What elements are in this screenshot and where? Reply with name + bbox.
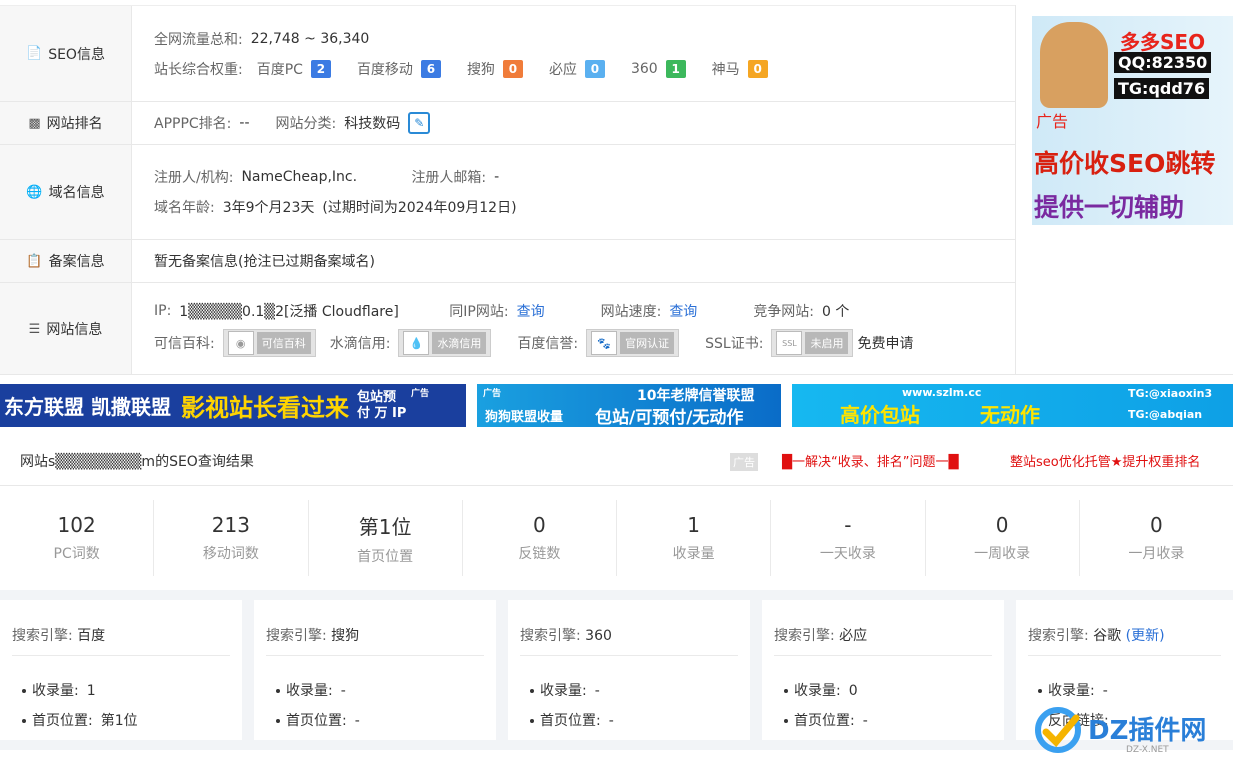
seo-info-label: 📄 SEO信息 <box>0 6 132 101</box>
traffic-value: 22,748 ~ 36,340 <box>250 30 370 47</box>
ad-tag: 广告 <box>1036 112 1069 131</box>
icp-info-label: 📋 备案信息 <box>0 240 132 282</box>
weight-name: 百度PC <box>256 61 303 78</box>
icp-value: 暂无备案信息(抢注已过期备案域名) <box>154 254 375 270</box>
banner-ad-1[interactable]: 东方联盟 凯撒联盟 影视站长看过来 包站预付 万 IP 广告 <box>0 384 466 427</box>
apppc-value: -- <box>239 115 250 131</box>
domain-age-value: 3年9个月23天 <box>222 200 315 216</box>
weight-badge-baidu-mobile[interactable]: 6 <box>420 59 441 78</box>
category-value: 科技数码 <box>344 116 401 132</box>
watermark-logo: DZ插件网 DZ-X.NET <box>1030 700 1230 760</box>
stats-bar: 102 PC词数 213 移动词数 第1位 首页位置 0 反链数 1 收录量 - 一天收录 … <box>0 486 1233 590</box>
engine-card-sogou: 搜索引擎: 搜狗 收录量: - 首页位置: - <box>254 600 496 740</box>
results-header: 网站s▒▒▒▒▒▒▒▒m的SEO查询结果 广告 █一解决“收录、排名”问题一█ … <box>0 438 1233 486</box>
site-info-row: ☰ 网站信息 IP: 1▒▒▒▒▒0.1▒2[泛播 Cloudflare] 同I… <box>0 283 1015 375</box>
weight-badge-sogou[interactable]: 0 <box>502 59 523 78</box>
stat-backlinks[interactable]: 0 反链数 <box>463 500 617 576</box>
promo-link-1[interactable]: █一解决“收录、排名”问题一█ <box>782 451 958 470</box>
seo-info-row: 📄 SEO信息 全网流量总和: 22,748 ~ 36,340 站长综合权重: … <box>0 6 1015 102</box>
expire-text: (过期时间为2024年09月12日) <box>322 200 517 216</box>
stat-month-indexed[interactable]: 0 一月收录 <box>1080 500 1233 576</box>
side-ad[interactable]: 多多SEO QQ:82350 TG:qdd76 广告 高价收SEO跳转 提供一切… <box>1032 16 1233 225</box>
bar-chart-icon: ▩ <box>28 115 41 131</box>
site-info-label: ☰ 网站信息 <box>0 283 132 375</box>
clipboard-icon: 📋 <box>26 253 43 269</box>
checkmark-logo-icon <box>1035 707 1081 753</box>
email-value: - <box>494 169 500 185</box>
document-icon: 📄 <box>26 46 43 61</box>
ssl-badge[interactable]: SSL 未启用 <box>771 329 854 357</box>
baidu-credit-badge[interactable]: 🐾 官网认证 <box>586 329 680 357</box>
divider <box>1015 5 1016 375</box>
icp-info-row: 📋 备案信息 暂无备案信息(抢注已过期备案域名) <box>0 240 1015 283</box>
speed-query-link[interactable]: 查询 <box>669 301 697 321</box>
list-icon: ☰ <box>28 321 41 337</box>
engine-card-baidu: 搜索引擎: 百度 收录量: 1 首页位置: 第1位 <box>0 600 242 740</box>
domain-info-row: 🌐 域名信息 注册人/机构: NameCheap,Inc. 注册人邮箱: - 域… <box>0 145 1015 240</box>
ssl-shield-icon: SSL <box>776 331 803 355</box>
google-update-link[interactable]: (更新) <box>1126 628 1165 644</box>
weight-name: 百度移动 <box>356 61 413 78</box>
www-globe-icon: 🌐 <box>26 184 43 200</box>
stat-indexed[interactable]: 1 收录量 <box>617 500 772 576</box>
stat-mobile-words[interactable]: 213 移动词数 <box>154 500 309 576</box>
traffic-label: 全网流量总和: <box>154 31 243 48</box>
weight-badge-shenma[interactable]: 0 <box>747 59 768 78</box>
engine-card-bing: 搜索引擎: 必应 收录量: 0 首页位置: - <box>762 600 1004 740</box>
stat-week-indexed[interactable]: 0 一周收录 <box>926 500 1080 576</box>
stat-home-position[interactable]: 第1位 首页位置 <box>309 500 463 576</box>
weight-name: 360 <box>630 60 658 77</box>
stat-day-indexed[interactable]: - 一天收录 <box>771 500 926 576</box>
registrar-value: NameCheap,Inc. <box>241 169 358 185</box>
domain-info-label: 🌐 域名信息 <box>0 145 132 239</box>
trust-encyclopedia-badge[interactable]: ◉ 可信百科 <box>222 329 316 357</box>
weight-badge-baidu-pc[interactable]: 2 <box>310 59 331 78</box>
seal-icon: ◉ <box>227 331 254 355</box>
divider <box>0 374 1233 375</box>
paw-icon: 🐾 <box>591 331 618 355</box>
mascot-image <box>1040 22 1108 108</box>
results-title: 网站s▒▒▒▒▒▒▒▒m的SEO查询结果 <box>20 454 254 470</box>
ssl-apply-link[interactable]: 免费申请 <box>857 333 913 353</box>
stat-pc-words[interactable]: 102 PC词数 <box>0 500 155 576</box>
weight-list: 站长综合权重: 百度PC 2 百度移动 6 搜狗 0 必应 0 360 1 神马… <box>154 59 993 79</box>
promo-link-2[interactable]: 整站seo优化托管★提升权重排名 <box>1010 451 1200 470</box>
weight-name: 搜狗 <box>466 61 495 78</box>
ad-tag: 广告 <box>730 453 758 471</box>
site-info-table: 📄 SEO信息 全网流量总和: 22,748 ~ 36,340 站长综合权重: … <box>0 5 1015 375</box>
same-ip-query-link[interactable]: 查询 <box>517 301 545 321</box>
weight-name: 必应 <box>548 61 577 78</box>
site-rank-label: ▩ 网站排名 <box>0 102 132 144</box>
compete-value: 0 个 <box>822 304 850 320</box>
banner-ad-3[interactable]: www.szlm.cc 高价包站 无动作 TG:@xiaoxin3 TG:@ab… <box>792 384 1233 427</box>
site-rank-row: ▩ 网站排名 APPPC排名: -- 网站分类: 科技数码 ✎ <box>0 102 1015 145</box>
water-drop-icon: 💧 <box>403 331 430 355</box>
weight-name: 神马 <box>711 61 740 78</box>
banner-ad-2[interactable]: 广告 狗狗联盟收量 10年老牌信誉联盟 包站/可预付/无动作 <box>477 384 781 427</box>
engine-card-360: 搜索引擎: 360 收录量: - 首页位置: - <box>508 600 750 740</box>
water-credit-badge[interactable]: 💧 水滴信用 <box>398 329 492 357</box>
ip-value: 1▒▒▒▒▒0.1▒2[泛播 Cloudflare] <box>179 304 399 320</box>
weight-badge-bing[interactable]: 0 <box>584 59 605 78</box>
edit-icon[interactable]: ✎ <box>408 112 431 134</box>
weight-badge-360[interactable]: 1 <box>665 59 686 78</box>
